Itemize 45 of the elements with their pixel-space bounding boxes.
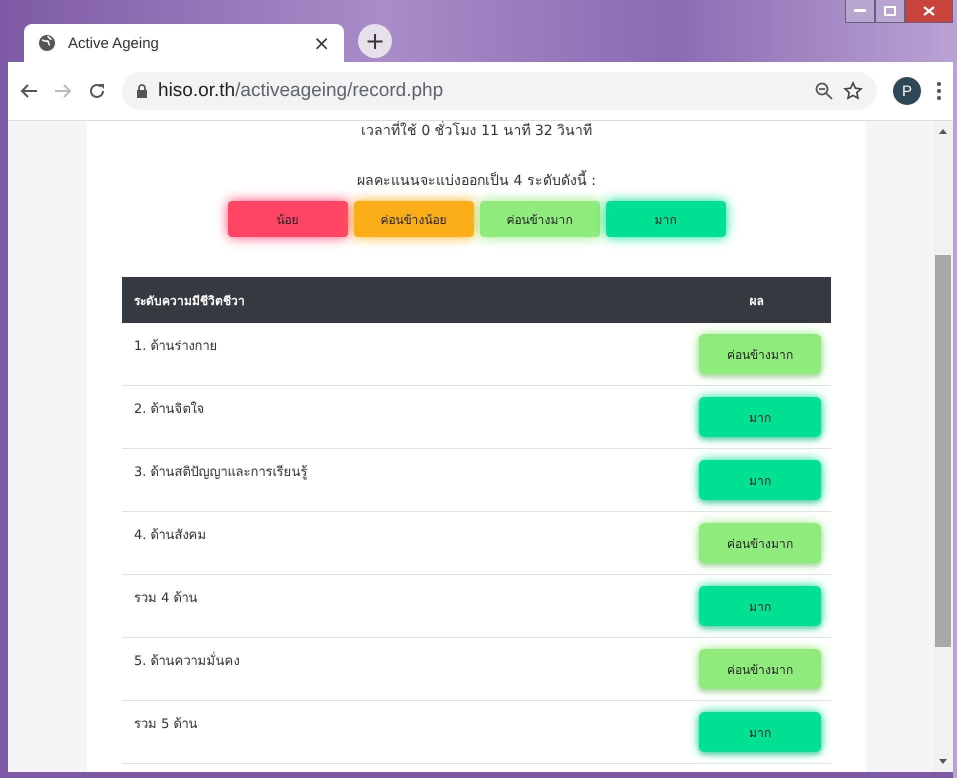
result-badge: มาก: [699, 397, 821, 437]
close-window-button[interactable]: [905, 0, 953, 23]
aspect-name: รวม 5 ด้าน: [134, 716, 199, 734]
aspect-name: 4. ด้านสังคม: [134, 527, 208, 545]
result-badge: มาก: [699, 586, 821, 626]
close-tab-button[interactable]: ×: [313, 31, 330, 55]
minimize-icon: [854, 9, 866, 13]
level-chip: ค่อนข้างมาก: [480, 201, 600, 237]
scrollbar[interactable]: [933, 121, 953, 772]
aspect-name: รวม 4 ด้าน: [134, 590, 199, 608]
aspect-name: 3. ด้านสติปัญญาและการเรียนรู้: [134, 464, 309, 482]
tab-title: Active Ageing: [68, 34, 160, 52]
result-badge: ค่อนข้างมาก: [699, 334, 821, 374]
level-chip: ค่อนข้างน้อย: [354, 201, 474, 237]
levels-intro-text: ผลคะแนนจะแบ่งออกเป็น 4 ระดับดังนี้ :: [357, 169, 596, 191]
star-icon[interactable]: [843, 81, 863, 101]
maximize-icon: [884, 6, 896, 16]
back-icon[interactable]: [20, 83, 38, 99]
result-badge: ค่อนข้างมาก: [699, 523, 821, 563]
close-icon: [923, 6, 935, 16]
zoom-out-icon[interactable]: [815, 82, 833, 100]
menu-icon[interactable]: [937, 82, 941, 100]
browser-tab[interactable]: Active Ageing ×: [24, 24, 344, 62]
result-badge: มาก: [699, 460, 821, 500]
profile-avatar[interactable]: P: [893, 77, 921, 105]
result-badge: มาก: [699, 712, 821, 752]
new-tab-button[interactable]: +: [358, 24, 392, 58]
minimize-button[interactable]: [845, 0, 875, 23]
column-header: ผล: [748, 292, 764, 310]
lock-icon: [136, 84, 148, 98]
aspect-name: 5. ด้านความมั่นคง: [134, 650, 699, 671]
scrollbar-thumb[interactable]: [935, 255, 951, 647]
scroll-up-icon[interactable]: [938, 127, 948, 135]
column-header: ระดับความมีชีวิตชีวา: [134, 292, 246, 310]
reload-icon[interactable]: [88, 82, 106, 100]
maximize-button[interactable]: [875, 0, 905, 23]
aspect-name: 1. ด้านร่างกาย: [134, 338, 219, 356]
aspect-name: 2. ด้านจิตใจ: [134, 400, 206, 419]
result-badge: ค่อนข้างมาก: [699, 649, 821, 689]
address-bar[interactable]: hiso.or.th/activeageing/record.php: [122, 72, 877, 110]
globe-icon: [38, 34, 56, 52]
level-chip: น้อย: [228, 201, 348, 237]
scroll-down-icon[interactable]: [938, 758, 948, 766]
url-text: hiso.or.th/activeageing/record.php: [158, 80, 444, 102]
level-chip: มาก: [606, 201, 726, 237]
